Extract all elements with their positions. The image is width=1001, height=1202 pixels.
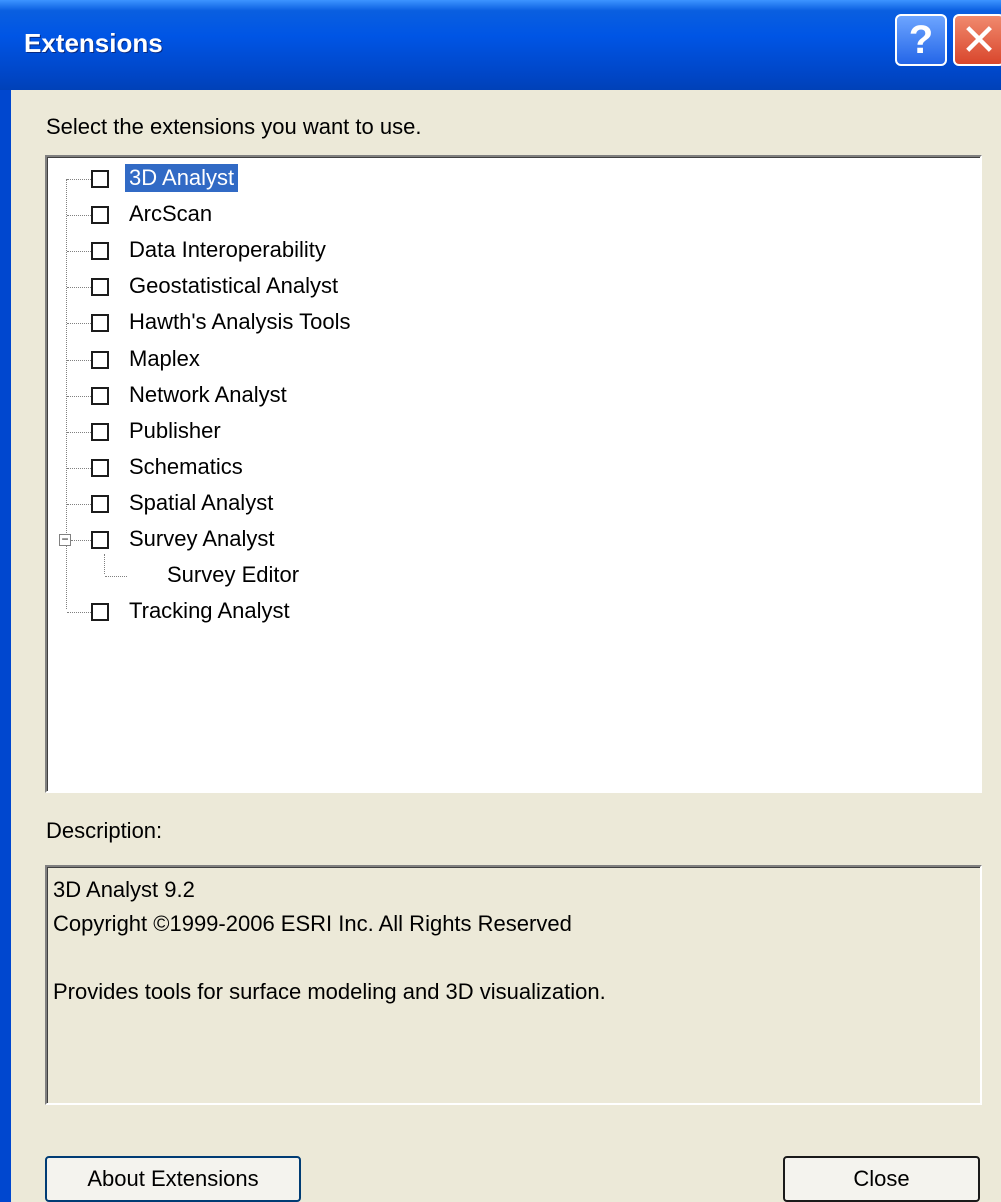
title-bar[interactable]: Extensions ? ✕ <box>0 0 1001 90</box>
window-frame-left <box>0 90 11 1202</box>
tree-item-schematics[interactable]: Schematics <box>47 450 977 486</box>
about-extensions-button[interactable]: About Extensions <box>45 1156 301 1202</box>
tree-item-survey-editor[interactable]: Survey Editor <box>47 558 977 594</box>
checkbox-tracking-analyst[interactable] <box>91 603 109 621</box>
checkbox-network-analyst[interactable] <box>91 387 109 405</box>
help-button[interactable]: ? <box>895 14 947 66</box>
description-line: Copyright ©1999-2006 ESRI Inc. All Right… <box>53 911 572 936</box>
checkbox-geostatistical-analyst[interactable] <box>91 278 109 296</box>
description-line <box>53 941 974 975</box>
tree-item-spatial-analyst[interactable]: Spatial Analyst <box>47 486 977 522</box>
checkbox-data-interoperability[interactable] <box>91 242 109 260</box>
tree-item-maplex[interactable]: Maplex <box>47 342 977 378</box>
tree-item-survey-analyst[interactable]: − Survey Analyst <box>47 522 977 558</box>
tree-item-label: Maplex <box>129 346 200 371</box>
tree-item-label: ArcScan <box>129 201 213 226</box>
tree-item-label: Publisher <box>129 418 221 443</box>
checkbox-maplex[interactable] <box>91 351 109 369</box>
instruction-text: Select the extensions you want to use. <box>46 114 422 139</box>
checkbox-arcscan[interactable] <box>91 206 109 224</box>
tree-item-label: Hawth's Analysis Tools <box>129 309 351 334</box>
collapse-icon[interactable]: − <box>59 533 71 546</box>
close-icon: ✕ <box>960 15 998 65</box>
tree-item-label: Spatial Analyst <box>129 490 274 515</box>
tree-item-label: 3D Analyst <box>125 164 239 192</box>
tree-item-label: Tracking Analyst <box>129 598 290 623</box>
checkbox-3d-analyst[interactable] <box>91 170 109 188</box>
tree-item-arcscan[interactable]: ArcScan <box>47 197 977 233</box>
tree-item-tracking-analyst[interactable]: Tracking Analyst <box>47 594 977 630</box>
checkbox-publisher[interactable] <box>91 423 109 441</box>
close-window-button[interactable]: ✕ <box>953 14 1001 66</box>
description-line: 3D Analyst 9.2 <box>53 877 195 902</box>
tree-item-3d-analyst[interactable]: 3D Analyst <box>47 161 977 197</box>
description-label: Description: <box>46 818 163 843</box>
tree-item-publisher[interactable]: Publisher <box>47 414 977 450</box>
checkbox-spatial-analyst[interactable] <box>91 495 109 513</box>
checkbox-hawths-analysis-tools[interactable] <box>91 314 109 332</box>
tree-item-label: Data Interoperability <box>129 237 326 262</box>
tree-item-network-analyst[interactable]: Network Analyst <box>47 378 977 414</box>
tree-item-data-interoperability[interactable]: Data Interoperability <box>47 233 977 269</box>
checkbox-survey-analyst[interactable] <box>91 531 109 549</box>
extensions-tree[interactable]: 3D Analyst ArcScan Data Interoperability… <box>45 155 982 793</box>
description-box: 3D Analyst 9.2 Copyright ©1999-2006 ESRI… <box>45 865 982 1105</box>
tree-item-label: Schematics <box>129 454 243 479</box>
question-mark-icon: ? <box>908 17 934 62</box>
close-button[interactable]: Close <box>783 1156 980 1202</box>
window-title: Extensions <box>24 28 163 58</box>
tree-item-label: Survey Analyst <box>129 526 275 551</box>
tree-item-label: Geostatistical Analyst <box>129 273 339 298</box>
tree-item-label: Network Analyst <box>129 382 287 407</box>
description-line: Provides tools for surface modeling and … <box>53 979 606 1004</box>
tree-item-label: Survey Editor <box>167 562 300 587</box>
tree-item-geostatistical-analyst[interactable]: Geostatistical Analyst <box>47 269 977 305</box>
checkbox-schematics[interactable] <box>91 459 109 477</box>
tree-item-hawths-analysis-tools[interactable]: Hawth's Analysis Tools <box>47 305 977 341</box>
